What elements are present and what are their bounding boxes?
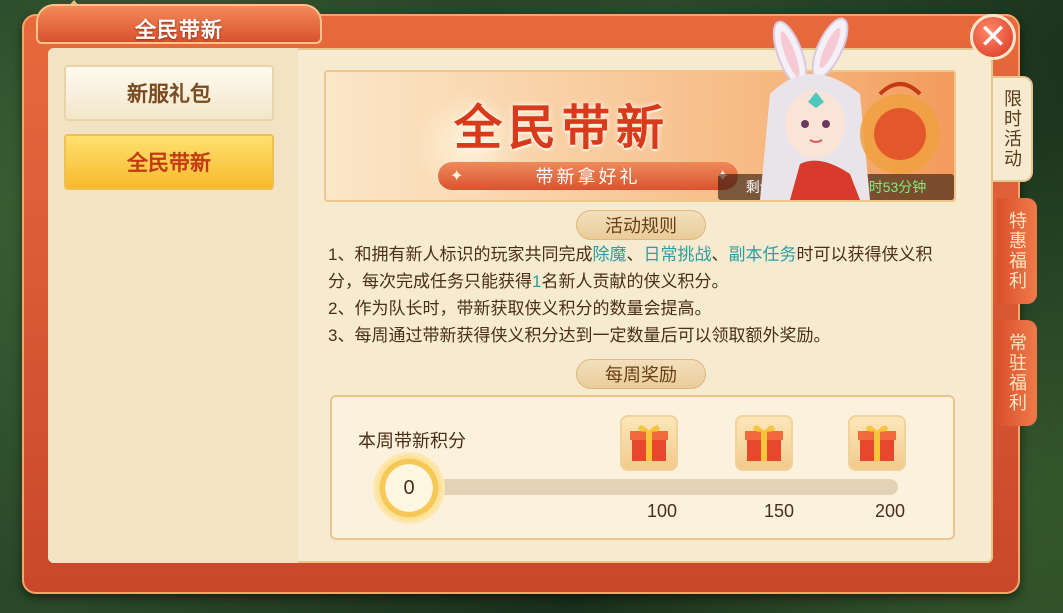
gift-icon: [630, 425, 668, 461]
score-progress-bar: [434, 479, 898, 495]
sparkle-icon: ✦: [450, 168, 464, 185]
weekly-reward-box: 本周带新积分 0 100 150 200: [330, 395, 955, 540]
weekly-reward-header: 每周奖励: [576, 359, 706, 389]
gift-box-200[interactable]: [848, 415, 906, 471]
gift-icon: [858, 425, 896, 461]
gift-box-100[interactable]: [620, 415, 678, 471]
rabbit-character-illustration: [760, 17, 940, 200]
rule-1-text: 1、和拥有新人标识的玩家共同完成: [328, 245, 593, 264]
close-button[interactable]: ✕: [970, 14, 1016, 60]
rule-1-text: 名新人贡献的侠义积分。: [541, 272, 729, 291]
rule-3: 3、每周通过带新获得侠义积分达到一定数量后可以领取额外奖励。: [328, 326, 831, 345]
sidebar-item-recruit-new[interactable]: 全民带新: [64, 134, 274, 190]
score-coin: 0: [376, 455, 442, 521]
score-label: 本周带新积分: [358, 431, 466, 451]
rule-1-highlight: 除魔: [592, 245, 627, 264]
rule-1-text: 、: [626, 245, 644, 264]
banner-subtitle-strip: 带新拿好礼: [438, 162, 738, 190]
rule-1-highlight: 日常挑战: [643, 245, 712, 264]
rules-header-label: 活动规则: [605, 216, 677, 236]
rule-1-highlight: 副本任务: [728, 245, 797, 264]
banner-subtitle: 带新拿好礼: [535, 167, 641, 187]
tab-special-offers[interactable]: 特惠福利: [997, 198, 1037, 304]
tab-permanent-benefits[interactable]: 常驻福利: [997, 320, 1037, 426]
gift-icon: [745, 425, 783, 461]
rules-header: 活动规则: [576, 210, 706, 240]
banner-title: 全民带新: [454, 100, 671, 156]
title-tab: 全民带新: [36, 4, 322, 44]
rule-1: 1、和拥有新人标识的玩家共同完成除魔、日常挑战、副本任务时可以获得侠义积分，每次…: [328, 241, 958, 295]
milestone-label: 200: [874, 501, 906, 521]
tab-limited-activity[interactable]: 限时活动: [993, 76, 1033, 182]
weekly-reward-header-label: 每周奖励: [605, 365, 677, 385]
rule-2: 2、作为队长时，带新获取侠义积分的数量会提高。: [328, 299, 712, 318]
window-title: 全民带新: [135, 19, 223, 42]
milestone-label: 100: [646, 501, 678, 521]
rule-1-text: 、: [711, 245, 729, 264]
close-icon: ✕: [978, 18, 1008, 56]
gift-box-150[interactable]: [735, 415, 793, 471]
rules-text: 1、和拥有新人标识的玩家共同完成除魔、日常挑战、副本任务时可以获得侠义积分，每次…: [328, 241, 958, 349]
milestone-label: 150: [763, 501, 795, 521]
score-value: 0: [403, 476, 415, 499]
sidebar-item-new-server-pack[interactable]: 新服礼包: [64, 65, 274, 121]
sidebar: 新服礼包 全民带新: [48, 48, 298, 563]
